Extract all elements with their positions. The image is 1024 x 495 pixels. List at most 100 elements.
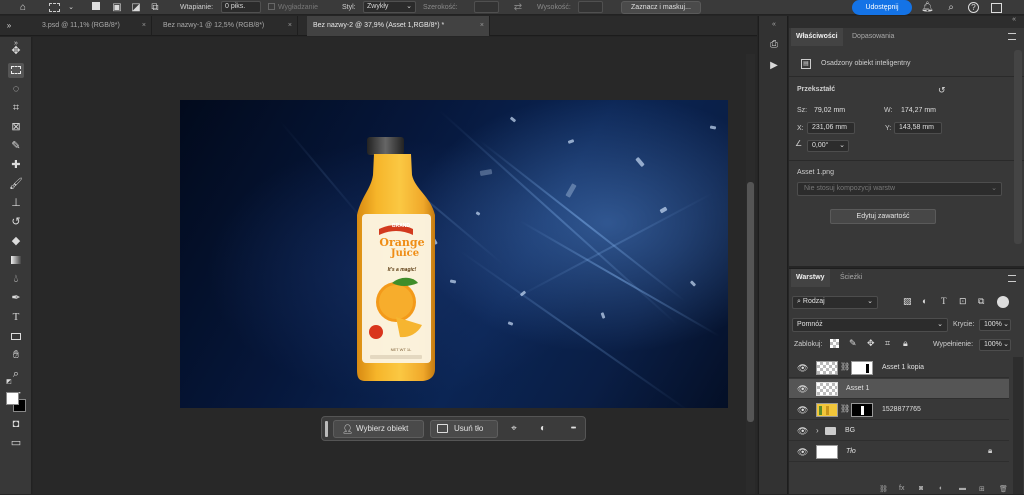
- collapse-icon[interactable]: «: [1012, 16, 1016, 23]
- layer-row-background[interactable]: 👁︎ Tło 🔒︎: [789, 442, 1009, 462]
- home-icon[interactable]: ⌂: [17, 2, 29, 13]
- filter-shape-icon[interactable]: ⊡: [959, 296, 967, 307]
- clone-stamp-icon[interactable]: ⊥: [8, 196, 24, 211]
- window-icon[interactable]: [991, 3, 1002, 13]
- layer-filter-select[interactable]: ⌕ Rodzaj ⌄: [792, 296, 878, 309]
- mask-thumbnail[interactable]: [851, 403, 873, 417]
- layer-comp-select[interactable]: Nie stosuj kompozycji warstw ⌄: [797, 182, 1002, 196]
- adjustment-layer-icon[interactable]: ◐: [939, 485, 943, 492]
- tab-layers[interactable]: Warstwy: [791, 269, 830, 287]
- remove-background-button[interactable]: Usuń tło: [430, 420, 498, 438]
- lock-position-icon[interactable]: ✥: [867, 338, 875, 349]
- x-field[interactable]: 231,06 mm: [807, 122, 855, 134]
- opacity-field[interactable]: 100% ⌄: [979, 319, 1011, 331]
- subtract-selection-icon[interactable]: ◪: [130, 2, 142, 13]
- antialias-checkbox[interactable]: Wygładzanie: [268, 0, 318, 15]
- width-input[interactable]: [474, 1, 499, 13]
- new-group-icon[interactable]: ▬: [959, 485, 966, 492]
- layer-name[interactable]: Tło: [846, 442, 856, 462]
- lasso-tool-icon[interactable]: ◌: [8, 82, 24, 97]
- blur-tool-icon[interactable]: 💧︎: [8, 272, 24, 287]
- add-selection-icon[interactable]: ▣: [111, 2, 123, 13]
- fx-icon[interactable]: fx: [899, 485, 904, 492]
- edit-contents-button[interactable]: Edytuj zawartość: [830, 209, 936, 224]
- layer-name[interactable]: Asset 1: [846, 379, 869, 399]
- lock-pixels-icon[interactable]: ✎: [849, 338, 857, 349]
- document-canvas[interactable]: [180, 100, 728, 408]
- y-field[interactable]: 143,58 mm: [894, 122, 942, 134]
- panel-menu-icon[interactable]: [1008, 275, 1016, 282]
- marquee-preset-icon[interactable]: [49, 3, 60, 12]
- more-options-icon[interactable]: •••: [565, 421, 581, 437]
- transform-icon[interactable]: ⌖: [506, 421, 522, 437]
- link-icon[interactable]: ⛓︎: [840, 404, 850, 413]
- width-field[interactable]: 79,02 mm: [809, 105, 849, 117]
- marquee-tool-icon[interactable]: [8, 63, 24, 78]
- close-icon[interactable]: ×: [288, 16, 292, 36]
- help-icon[interactable]: ?: [968, 2, 979, 13]
- share-button[interactable]: Udostępnij: [852, 0, 912, 15]
- filter-type-icon[interactable]: T: [941, 296, 947, 306]
- layer-row-asset-1-kopia[interactable]: 👁︎ ⛓︎ Asset 1 kopia: [789, 358, 1009, 378]
- new-selection-icon[interactable]: [90, 2, 102, 13]
- eraser-tool-icon[interactable]: ◆: [8, 234, 24, 249]
- tab-properties[interactable]: Właściwości: [791, 28, 843, 46]
- foreground-color-swatch[interactable]: [6, 392, 19, 405]
- juice-bottle[interactable]: BRAND Orange Juice It's a magic! NET WT …: [356, 137, 442, 382]
- search-icon[interactable]: ⌕: [945, 2, 957, 13]
- quick-mask-icon[interactable]: ◘: [8, 417, 24, 432]
- layer-name[interactable]: Asset 1 kopia: [882, 358, 924, 378]
- type-tool-icon[interactable]: T: [8, 310, 24, 325]
- eyedropper-tool-icon[interactable]: ✎: [8, 139, 24, 154]
- healing-brush-icon[interactable]: ✚: [8, 158, 24, 173]
- layer-row-asset-1[interactable]: 👁︎ Asset 1: [789, 379, 1009, 399]
- vertical-scrollbar[interactable]: [746, 54, 755, 494]
- checkbox-icon[interactable]: [268, 3, 275, 10]
- play-icon[interactable]: ▶: [768, 60, 780, 71]
- filter-toggle[interactable]: [997, 296, 1009, 308]
- layer-name[interactable]: BG: [845, 421, 855, 441]
- feather-input[interactable]: 0 piks.: [221, 1, 261, 13]
- collapse-icon[interactable]: «: [768, 19, 780, 30]
- add-mask-icon[interactable]: ◙: [919, 485, 923, 492]
- props-scrollbar[interactable]: [1014, 50, 1022, 244]
- select-and-mask-button[interactable]: Zaznacz i maskuj...: [621, 1, 701, 14]
- frame-tool-icon[interactable]: ⊠: [8, 120, 24, 135]
- move-tool-icon[interactable]: ✥: [8, 44, 24, 59]
- layer-name[interactable]: 1528877765: [882, 400, 921, 420]
- reset-icon[interactable]: ↺: [938, 85, 946, 96]
- scroll-thumb[interactable]: [747, 182, 754, 422]
- close-icon[interactable]: ×: [480, 16, 484, 36]
- layers-scrollbar[interactable]: [1013, 357, 1023, 494]
- default-colors-icon[interactable]: ◩: [4, 378, 14, 386]
- blend-mode-select[interactable]: Pomnóż ⌄: [792, 318, 948, 332]
- screen-mode-icon[interactable]: ▭: [8, 436, 24, 451]
- style-select[interactable]: Zwykły ⌄: [363, 1, 416, 13]
- angle-field[interactable]: 0,00° ⌄: [807, 140, 849, 152]
- layer-row-1528877765[interactable]: 👁︎ ⛓︎ 1528877765: [789, 400, 1009, 420]
- eye-icon[interactable]: 👁︎: [797, 384, 809, 394]
- panel-menu-icon[interactable]: [1008, 33, 1016, 40]
- trash-icon[interactable]: 🗑︎: [999, 485, 1008, 493]
- swap-icon[interactable]: ⇄: [512, 2, 524, 13]
- height-input[interactable]: [578, 1, 603, 13]
- tab-adjustments[interactable]: Dopasowania: [847, 28, 899, 46]
- brush-tool-icon[interactable]: 🖌︎: [8, 177, 24, 192]
- select-subject-button[interactable]: 👤︎ Wybierz obiekt: [333, 420, 424, 438]
- history-brush-icon[interactable]: ↺: [8, 215, 24, 230]
- intersect-selection-icon[interactable]: ⧉: [149, 2, 161, 13]
- eye-icon[interactable]: 👁︎: [797, 363, 809, 373]
- filter-adjustment-icon[interactable]: ◐: [922, 296, 927, 306]
- lock-artboard-icon[interactable]: ⌗: [885, 338, 890, 349]
- filter-pixel-icon[interactable]: ▨: [903, 296, 912, 307]
- eye-icon[interactable]: 👁︎: [797, 447, 809, 457]
- tab-3-psd[interactable]: 3.psd @ 11,1% (RGB/8*) ×: [36, 16, 152, 36]
- actions-icon[interactable]: ⎙: [768, 39, 780, 50]
- tab-bez-nazwy-1[interactable]: Bez nazwy-1 @ 12,5% (RGB/8*) ×: [157, 16, 298, 36]
- mask-thumbnail[interactable]: [851, 361, 873, 375]
- shape-tool-icon[interactable]: [8, 329, 24, 344]
- height-field[interactable]: 174,27 mm: [896, 105, 940, 117]
- filter-smart-icon[interactable]: ⧉: [978, 296, 984, 307]
- lock-all-icon[interactable]: 🔒︎: [903, 338, 908, 349]
- new-layer-icon[interactable]: ⊞: [979, 485, 985, 493]
